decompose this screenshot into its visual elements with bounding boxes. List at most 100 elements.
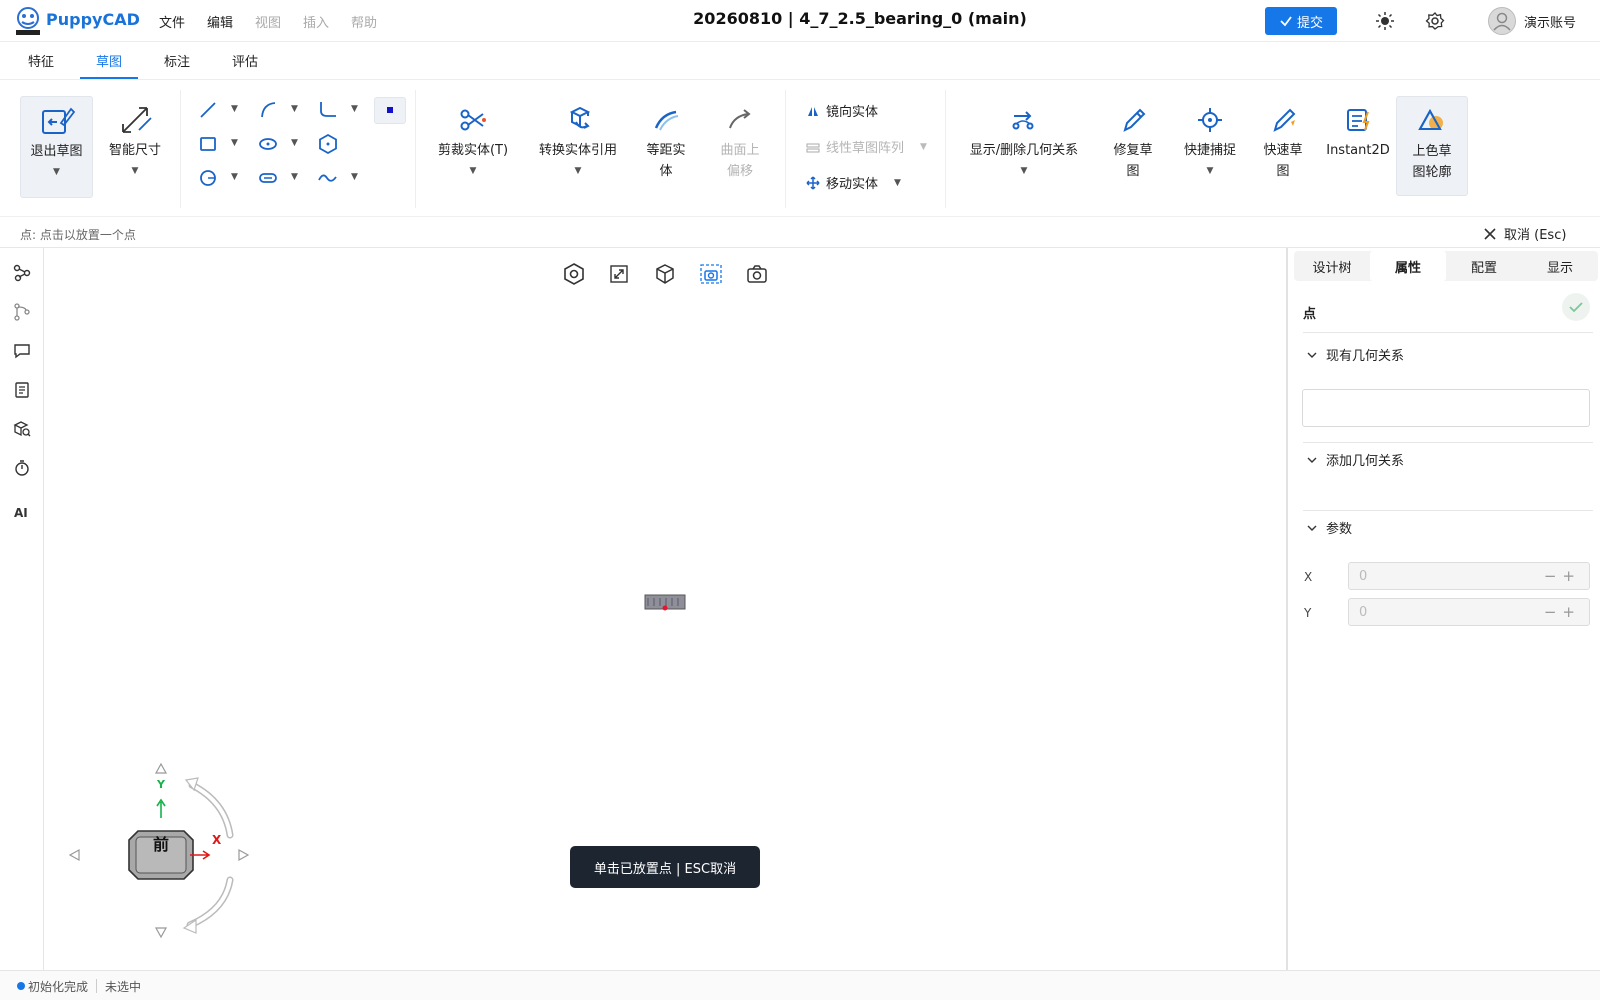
param-x-input[interactable]: 0 −+ bbox=[1348, 562, 1590, 590]
circle-dropdown-icon[interactable]: ▼ bbox=[231, 172, 238, 182]
view-orientation-icon[interactable] bbox=[562, 262, 586, 286]
move-entities-button[interactable]: 移动实体 ▼ bbox=[806, 173, 901, 192]
straight-slot-tool-icon[interactable] bbox=[257, 167, 279, 189]
panel-divider bbox=[1303, 332, 1593, 333]
cancel-label: 取消 (Esc) bbox=[1504, 228, 1567, 243]
trim-dropdown-icon[interactable]: ▼ bbox=[470, 161, 477, 182]
offset-label-line2: 体 bbox=[659, 164, 673, 179]
scissors-icon bbox=[455, 102, 491, 138]
comment-icon[interactable] bbox=[12, 341, 32, 361]
fillet-dropdown-icon[interactable]: ▼ bbox=[351, 104, 358, 114]
fillet-tool-icon[interactable] bbox=[317, 99, 339, 121]
repair-sketch-button[interactable]: 修复草 图 bbox=[1107, 96, 1159, 182]
feature-tree-icon[interactable] bbox=[12, 263, 32, 283]
menu-insert[interactable]: 插入 bbox=[303, 12, 329, 31]
exit-sketch-dropdown-icon[interactable]: ▼ bbox=[53, 162, 60, 183]
arc-tool-icon[interactable] bbox=[257, 99, 279, 121]
point-tool-icon[interactable] bbox=[374, 97, 406, 124]
cancel-command-button[interactable]: 取消 (Esc) bbox=[1484, 224, 1566, 243]
line-tool-icon[interactable] bbox=[197, 99, 219, 121]
rectangle-tool-icon[interactable] bbox=[197, 133, 219, 155]
smart-dimension-button[interactable]: 智能尺寸 ▼ bbox=[100, 96, 170, 182]
quick-snap-dropdown-icon[interactable]: ▼ bbox=[1207, 161, 1214, 182]
avatar[interactable] bbox=[1488, 7, 1516, 35]
document-list-icon[interactable] bbox=[12, 380, 32, 400]
account-name[interactable]: 演示账号 bbox=[1524, 12, 1576, 31]
spline-tool-icon[interactable] bbox=[317, 167, 339, 189]
circle-tool-icon[interactable] bbox=[197, 167, 219, 189]
arc-dropdown-icon[interactable]: ▼ bbox=[291, 104, 298, 114]
line-dropdown-icon[interactable]: ▼ bbox=[231, 104, 238, 114]
sun-icon[interactable] bbox=[1375, 11, 1395, 31]
part-search-icon[interactable] bbox=[12, 419, 32, 439]
linear-pattern-button[interactable]: 线性草图阵列 ▼ bbox=[806, 137, 927, 156]
spline-dropdown-icon[interactable]: ▼ bbox=[351, 172, 358, 182]
tab-annotation[interactable]: 标注 bbox=[164, 51, 190, 70]
gear-icon[interactable] bbox=[1425, 11, 1445, 31]
origin-point bbox=[662, 605, 668, 611]
convert-label: 转换实体引用 bbox=[538, 143, 617, 158]
existing-relations-list[interactable] bbox=[1302, 389, 1590, 427]
toast-message: 单击已放置点 | ESC取消 bbox=[570, 846, 760, 888]
menu-file[interactable]: 文件 bbox=[159, 12, 185, 31]
param-y-value: 0 bbox=[1359, 604, 1368, 620]
parameters-header[interactable]: 参数 bbox=[1306, 518, 1352, 537]
nav-left-arrow-icon bbox=[68, 848, 80, 862]
zoom-to-fit-icon[interactable] bbox=[607, 262, 631, 286]
view-cube-face-label: 前 bbox=[152, 835, 169, 854]
tab-features[interactable]: 特征 bbox=[28, 51, 54, 70]
straight-slot-dropdown-icon[interactable]: ▼ bbox=[291, 172, 298, 182]
tab-display[interactable]: 显示 bbox=[1522, 251, 1598, 281]
convert-entities-button[interactable]: 转换实体引用 ▼ bbox=[532, 96, 624, 182]
smart-dimension-dropdown-icon[interactable]: ▼ bbox=[132, 161, 139, 182]
confirm-button[interactable] bbox=[1562, 293, 1590, 321]
display-delete-relations-button[interactable]: 显示/删除几何关系 ▼ bbox=[963, 96, 1085, 182]
offset-label-line1: 等距实 bbox=[646, 143, 686, 158]
quick-sketch-button[interactable]: 快速草 图 bbox=[1257, 96, 1309, 182]
tab-sketch[interactable]: 草图 bbox=[96, 51, 122, 70]
repair-label-line1: 修复草 bbox=[1113, 143, 1153, 158]
param-y-stepper[interactable]: −+ bbox=[1544, 603, 1581, 621]
instant2d-button[interactable]: Instant2D bbox=[1322, 96, 1394, 161]
panel-divider bbox=[1303, 510, 1593, 511]
move-dropdown-icon[interactable]: ▼ bbox=[894, 178, 901, 188]
surface-offset-button[interactable]: 曲面上 偏移 bbox=[714, 96, 766, 182]
submit-button[interactable]: 提交 bbox=[1265, 7, 1337, 35]
linear-pattern-dropdown-icon[interactable]: ▼ bbox=[920, 142, 927, 152]
slot-tool-icon[interactable] bbox=[257, 133, 279, 155]
quick-snap-button[interactable]: 快捷捕捉 ▼ bbox=[1177, 96, 1243, 182]
shaded-sketch-contours-button[interactable]: 上色草 图轮廓 bbox=[1396, 96, 1468, 196]
menu-view[interactable]: 视图 bbox=[255, 12, 281, 31]
polygon-tool-icon[interactable] bbox=[317, 133, 339, 155]
tab-configuration[interactable]: 配置 bbox=[1446, 251, 1522, 281]
convert-dropdown-icon[interactable]: ▼ bbox=[575, 161, 582, 182]
rectangle-dropdown-icon[interactable]: ▼ bbox=[231, 138, 238, 148]
chevron-down-icon bbox=[1306, 454, 1318, 466]
isometric-cube-icon[interactable] bbox=[653, 262, 677, 286]
camera-icon[interactable] bbox=[745, 262, 769, 286]
exit-sketch-button[interactable]: 退出草图 ▼ bbox=[20, 96, 93, 198]
ribbon-separator bbox=[785, 90, 786, 208]
tab-properties[interactable]: 属性 bbox=[1370, 251, 1446, 281]
relations-dropdown-icon[interactable]: ▼ bbox=[1021, 161, 1028, 182]
slot-dropdown-icon[interactable]: ▼ bbox=[291, 138, 298, 148]
nav-up-arrow-icon bbox=[154, 762, 168, 774]
offset-entities-button[interactable]: 等距实 体 bbox=[640, 96, 692, 182]
add-relations-header[interactable]: 添加几何关系 bbox=[1306, 450, 1404, 469]
region-screenshot-icon[interactable] bbox=[699, 262, 723, 286]
existing-relations-header[interactable]: 现有几何关系 bbox=[1306, 345, 1404, 364]
mirror-entities-button[interactable]: 镜向实体 bbox=[806, 101, 878, 120]
tab-evaluate[interactable]: 评估 bbox=[232, 51, 258, 70]
trim-entities-button[interactable]: 剪裁实体(T) ▼ bbox=[433, 96, 513, 182]
param-x-stepper[interactable]: −+ bbox=[1544, 567, 1581, 585]
menu-help[interactable]: 帮助 bbox=[351, 12, 377, 31]
param-y-input[interactable]: 0 −+ bbox=[1348, 598, 1590, 626]
history-branch-icon[interactable] bbox=[12, 302, 32, 322]
tab-design-tree[interactable]: 设计树 bbox=[1294, 251, 1370, 281]
view-navigator[interactable]: 前 X Y bbox=[60, 760, 260, 950]
stopwatch-icon[interactable] bbox=[12, 458, 32, 478]
ribbon-separator bbox=[415, 90, 416, 208]
ai-assistant-button[interactable]: AI bbox=[14, 506, 28, 520]
menu-edit[interactable]: 编辑 bbox=[207, 12, 233, 31]
rotate-cw-arrow-icon bbox=[188, 781, 234, 839]
